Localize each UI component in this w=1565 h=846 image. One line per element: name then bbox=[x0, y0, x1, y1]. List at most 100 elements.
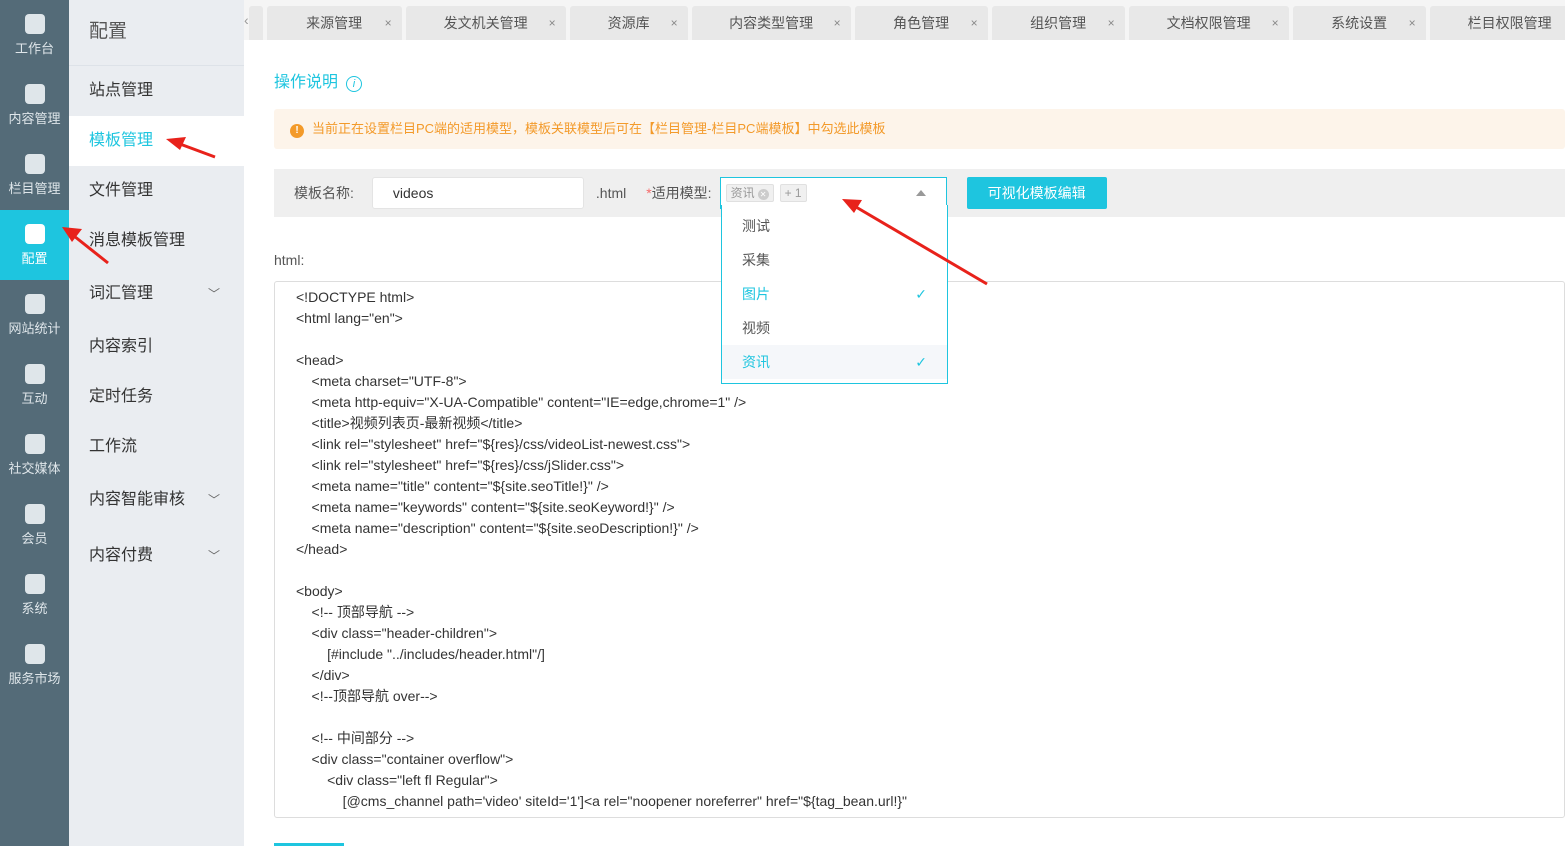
submenu-item-label: 内容索引 bbox=[89, 338, 154, 355]
rail-item-label: 系统 bbox=[21, 600, 48, 616]
tab-label: 发文机关管理 bbox=[443, 15, 528, 31]
option-label: 视频 bbox=[742, 320, 770, 336]
tab-5[interactable]: 组织管理 × bbox=[991, 6, 1125, 40]
code-line: <link rel="stylesheet" href="${res}/css/… bbox=[296, 436, 691, 452]
rail-item-7[interactable]: 会员 bbox=[0, 490, 69, 560]
tab-6[interactable]: 文档权限管理 × bbox=[1128, 6, 1289, 40]
close-icon[interactable]: × bbox=[671, 16, 678, 30]
chip-close-icon[interactable]: ✕ bbox=[757, 189, 769, 200]
option-label: 资讯 bbox=[742, 354, 770, 370]
rail-item-3[interactable]: 配置 bbox=[0, 210, 69, 280]
document-icon bbox=[24, 83, 45, 104]
code-line: <!--顶部导航 over--> bbox=[296, 688, 438, 704]
close-icon[interactable]: × bbox=[1108, 16, 1115, 30]
submenu-title: 配置 bbox=[69, 0, 244, 66]
tab-bar: ‹ 来源管理 × 发文机关管理 × 资源库 × 内容类型管理 × 角色管理 × 组织管理 × 文档权限管… bbox=[244, 0, 1565, 40]
submenu-item-9[interactable]: 内容付费 ﹀ bbox=[69, 528, 244, 584]
rail-item-8[interactable]: 系统 bbox=[0, 560, 69, 630]
icon-rail: 工作台内容管理栏目管理配置网站统计互动社交媒体 会员系统服务市场 bbox=[0, 0, 69, 846]
check-icon: ✓ bbox=[915, 286, 927, 302]
tab-label: 系统设置 bbox=[1331, 15, 1388, 31]
dropdown-option[interactable]: 资讯 ✓ bbox=[722, 345, 947, 379]
tab-4[interactable]: 角色管理 × bbox=[854, 6, 988, 40]
code-line: <title>视频列表页-最新视频</title> bbox=[296, 415, 523, 431]
submenu-item-7[interactable]: 工作流 bbox=[69, 422, 244, 472]
submenu-item-label: 工作流 bbox=[89, 438, 138, 455]
rail-item-label: 网站统计 bbox=[8, 320, 61, 336]
name-label: 模板名称: bbox=[294, 185, 354, 201]
code-line: </head> bbox=[296, 541, 348, 557]
help-link[interactable]: 操作说明 i bbox=[274, 68, 1565, 92]
tab-3[interactable]: 内容类型管理 × bbox=[691, 6, 851, 40]
submenu-item-1[interactable]: 模板管理 bbox=[69, 116, 244, 166]
chevron-down-icon[interactable]: ﹀ bbox=[208, 472, 220, 528]
rail-item-6[interactable]: 社交媒体 bbox=[0, 420, 69, 490]
chart-icon bbox=[24, 293, 45, 314]
tab-label: 文档权限管理 bbox=[1166, 15, 1251, 31]
tab-8[interactable]: 栏目权限管理× bbox=[1429, 6, 1565, 40]
close-icon[interactable]: × bbox=[1272, 16, 1279, 30]
submenu-item-2[interactable]: 文件管理 bbox=[69, 166, 244, 216]
code-line: <meta http-equiv="X-UA-Compatible" conte… bbox=[296, 394, 747, 410]
chip-label: 资讯 bbox=[730, 186, 755, 200]
tab-label: 来源管理 bbox=[306, 15, 363, 31]
chevron-down-icon[interactable]: ﹀ bbox=[208, 266, 220, 322]
close-icon[interactable]: × bbox=[1409, 16, 1416, 30]
rail-item-4[interactable]: 网站统计 bbox=[0, 280, 69, 350]
tab-7[interactable]: 系统设置 × bbox=[1292, 6, 1426, 40]
option-label: 测试 bbox=[742, 218, 770, 234]
option-label: 采集 bbox=[742, 252, 770, 268]
caret-up-icon[interactable] bbox=[915, 190, 926, 196]
dropdown-option[interactable]: 采集 bbox=[722, 243, 947, 277]
model-chip: 资讯 ✕ bbox=[725, 184, 774, 202]
submenu-item-label: 词汇管理 bbox=[89, 285, 154, 302]
close-icon[interactable]: × bbox=[834, 16, 841, 30]
tab-0[interactable]: 来源管理 × bbox=[266, 6, 402, 40]
visual-edit-button[interactable]: 可视化模板编辑 bbox=[966, 177, 1107, 209]
code-line: </div> bbox=[296, 667, 350, 683]
submenu-item-label: 模板管理 bbox=[89, 132, 154, 149]
rail-item-9[interactable]: 服务市场 bbox=[0, 630, 69, 700]
rail-item-label: 内容管理 bbox=[8, 110, 61, 126]
target-icon bbox=[24, 433, 45, 454]
submenu-item-label: 内容付费 bbox=[89, 547, 154, 564]
close-icon[interactable]: × bbox=[549, 16, 556, 30]
dropdown-option[interactable]: 图片 ✓ bbox=[722, 277, 947, 311]
chevron-down-icon[interactable]: ﹀ bbox=[208, 528, 220, 584]
user-icon bbox=[24, 503, 45, 524]
tab-1[interactable]: 发文机关管理 × bbox=[405, 6, 566, 40]
info-icon[interactable]: i bbox=[346, 76, 363, 92]
code-line: <!-- 中间部分 --> bbox=[296, 730, 415, 746]
submenu-item-0[interactable]: 站点管理 bbox=[69, 66, 244, 116]
cube-icon bbox=[24, 223, 45, 244]
submenu-item-6[interactable]: 定时任务 bbox=[69, 372, 244, 422]
rail-item-label: 互动 bbox=[21, 390, 48, 406]
submenu-item-label: 定时任务 bbox=[89, 388, 154, 405]
rail-item-2[interactable]: 栏目管理 bbox=[0, 140, 69, 210]
rail-item-5[interactable]: 互动 bbox=[0, 350, 69, 420]
code-line: [#include "../includes/header.html"/] bbox=[296, 646, 545, 662]
submenu-item-8[interactable]: 内容智能审核 ﹀ bbox=[69, 472, 244, 528]
tab-scroll-left-icon[interactable]: ‹ bbox=[244, 0, 249, 40]
dropdown-option[interactable]: 测试 bbox=[722, 209, 947, 243]
tab-2[interactable]: 资源库 × bbox=[569, 6, 688, 40]
tab-label: 角色管理 bbox=[893, 15, 950, 31]
dropdown-option[interactable]: 视频 bbox=[722, 311, 947, 345]
rail-item-1[interactable]: 内容管理 bbox=[0, 70, 69, 140]
close-icon[interactable]: × bbox=[971, 16, 978, 30]
template-name-input[interactable]: videos bbox=[371, 177, 584, 209]
close-icon[interactable]: × bbox=[385, 16, 392, 30]
code-line: <div class="header-children"> bbox=[296, 625, 497, 641]
submenu-item-4[interactable]: 词汇管理 ﹀ bbox=[69, 266, 244, 322]
submenu-item-3[interactable]: 消息模板管理 bbox=[69, 216, 244, 266]
rail-item-label: 服务市场 bbox=[8, 670, 61, 686]
submenu-item-label: 消息模板管理 bbox=[89, 232, 186, 249]
rail-item-label: 栏目管理 bbox=[8, 180, 61, 196]
submenu-item-5[interactable]: 内容索引 bbox=[69, 322, 244, 372]
rail-item-0[interactable]: 工作台 bbox=[0, 0, 69, 70]
chat-icon bbox=[24, 363, 45, 384]
model-dropdown: 测试 采集 图片 ✓ 视频 资讯 ✓ bbox=[721, 205, 948, 384]
tab-partial[interactable] bbox=[248, 6, 263, 40]
